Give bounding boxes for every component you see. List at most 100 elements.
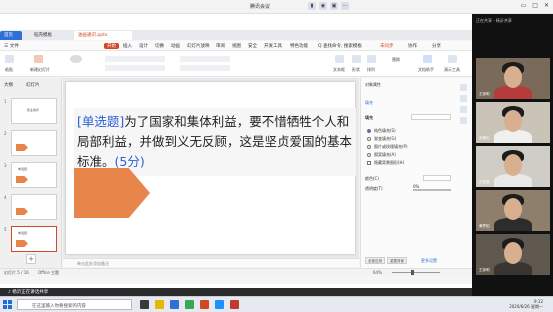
arrange-icon[interactable] bbox=[367, 55, 376, 63]
participant-name: 王钟明 bbox=[479, 92, 490, 96]
participant-tile[interactable]: 刘佳慧 bbox=[476, 146, 550, 187]
zoom-slider[interactable] bbox=[392, 272, 440, 273]
participant-video bbox=[504, 198, 522, 220]
fill-section-title[interactable]: 填充 bbox=[365, 115, 373, 121]
reset-background-button[interactable]: 重置背景 bbox=[387, 257, 407, 264]
edge-icon[interactable] bbox=[170, 300, 179, 309]
notes-area[interactable]: 单击此处添加备注 bbox=[63, 258, 359, 267]
paragraph-tools[interactable] bbox=[180, 56, 230, 62]
picture-fill-radio[interactable] bbox=[367, 145, 371, 149]
doc-assistant-icon[interactable] bbox=[423, 55, 432, 63]
menu-features[interactable]: 特色功能 bbox=[290, 43, 308, 49]
font-format-tools[interactable] bbox=[105, 65, 165, 71]
participants-header: 正在共享 · 杨沂共享 bbox=[476, 18, 512, 23]
tencent-meeting-icon[interactable] bbox=[215, 300, 224, 309]
hide-bg-checkbox[interactable] bbox=[367, 161, 371, 165]
paste-label: 粘贴 bbox=[5, 67, 13, 72]
wps-icon[interactable] bbox=[200, 300, 209, 309]
slide-thumb-5[interactable]: 5 单选题 bbox=[4, 226, 57, 252]
reset-icon[interactable] bbox=[70, 55, 82, 63]
participant-video bbox=[504, 154, 522, 176]
transparency-slider[interactable] bbox=[413, 189, 451, 191]
help-icon[interactable] bbox=[460, 117, 467, 124]
menu-devtools[interactable]: 开发工具 bbox=[264, 43, 282, 49]
gradient-fill-label: 渐变填充(G) bbox=[374, 136, 397, 141]
collab-button[interactable]: 协作 bbox=[408, 43, 417, 49]
slide-thumb-4[interactable]: 4 bbox=[4, 194, 57, 220]
add-slide-button[interactable]: + bbox=[26, 254, 36, 264]
solid-fill-radio[interactable] bbox=[367, 129, 371, 133]
menu-design[interactable]: 设计 bbox=[139, 43, 148, 49]
menu-security[interactable]: 安全 bbox=[248, 43, 257, 49]
window-buttons: ▭ □ ✕ bbox=[521, 2, 549, 9]
taskbar-clock[interactable]: 9:12 2020/6/26 星期一 bbox=[509, 299, 543, 309]
new-slide-icon[interactable] bbox=[34, 55, 43, 63]
apply-all-button[interactable]: 全部应用 bbox=[365, 257, 385, 264]
menu-animation[interactable]: 动画 bbox=[171, 43, 180, 49]
share-button[interactable]: 分享 bbox=[432, 43, 441, 49]
animation-icon[interactable] bbox=[460, 106, 467, 113]
question-box bbox=[74, 108, 356, 176]
properties-icon[interactable] bbox=[460, 84, 467, 91]
tab-document[interactable]: 油画通识.pptx bbox=[74, 31, 132, 40]
signal-icon[interactable]: ▮ bbox=[308, 2, 316, 10]
arrange-label: 排列 bbox=[367, 67, 375, 72]
taskbar-search[interactable]: 在这里输入你要搜索的内容 bbox=[17, 299, 132, 310]
maximize-button[interactable]: □ bbox=[532, 2, 538, 9]
start-button[interactable] bbox=[3, 300, 12, 309]
tab-fill[interactable]: 填充 bbox=[365, 100, 373, 106]
app-icon[interactable] bbox=[230, 300, 239, 309]
textbox-icon[interactable] bbox=[335, 55, 344, 63]
style-icon[interactable] bbox=[460, 95, 467, 102]
replace-label[interactable]: 替换 bbox=[392, 57, 400, 63]
close-button[interactable]: ✕ bbox=[544, 2, 549, 9]
color-picker[interactable] bbox=[423, 175, 451, 181]
menu-view[interactable]: 视图 bbox=[232, 43, 241, 49]
new-slide-label: 新建幻灯片 bbox=[30, 67, 50, 72]
align-tools[interactable] bbox=[180, 65, 230, 71]
participant-tile[interactable]: 王钟明 bbox=[476, 234, 550, 275]
outline-tab[interactable]: 大纲 bbox=[4, 82, 13, 88]
command-search[interactable]: Q 查找命令, 搜索模板 bbox=[318, 43, 362, 49]
menu-slideshow[interactable]: 幻灯片放映 bbox=[187, 43, 210, 49]
slide-thumb-2[interactable]: 2 bbox=[4, 130, 57, 156]
slide-canvas[interactable] bbox=[66, 82, 356, 254]
paste-icon[interactable] bbox=[5, 55, 14, 63]
gradient-fill-radio[interactable] bbox=[367, 137, 371, 141]
window-titlebar: 腾讯会议 ▮ ◉ ▣ ⋯ ▭ □ ✕ bbox=[0, 0, 553, 14]
participant-tile[interactable]: 王钟明 bbox=[476, 58, 550, 99]
more-icon[interactable]: ⋯ bbox=[341, 2, 349, 10]
participant-tile[interactable]: 汤博文 bbox=[476, 102, 550, 143]
participant-tile[interactable]: 黄梦如 bbox=[476, 190, 550, 231]
screen: 腾讯会议 ▮ ◉ ▣ ⋯ ▭ □ ✕ 首页 稻壳模板 油画通识.pptx 三 文… bbox=[0, 0, 553, 312]
menu-home[interactable]: 开始 bbox=[104, 43, 119, 49]
tools-icon[interactable] bbox=[448, 55, 457, 63]
file-menu[interactable]: 三 文件 bbox=[4, 43, 19, 49]
window-title: 腾讯会议 bbox=[250, 4, 271, 10]
slides-tab[interactable]: 幻灯片 bbox=[26, 82, 40, 88]
participant-video bbox=[504, 242, 522, 264]
task-view-icon[interactable] bbox=[140, 300, 149, 309]
slide-thumb-1[interactable]: 1 职业素养 bbox=[4, 98, 57, 124]
tab-template[interactable]: 稻壳模板 bbox=[30, 31, 70, 40]
thumb-arrow-shape bbox=[16, 144, 28, 151]
tab-home[interactable]: 首页 bbox=[0, 31, 22, 40]
sync-status[interactable]: 未同步 bbox=[380, 43, 394, 49]
menu-insert[interactable]: 插入 bbox=[123, 43, 132, 49]
more-settings-link[interactable]: 更多设置 bbox=[421, 258, 437, 264]
camera-icon[interactable]: ▣ bbox=[330, 2, 338, 10]
mic-icon[interactable]: ◉ bbox=[319, 2, 327, 10]
font-selector[interactable] bbox=[105, 56, 165, 62]
menu-transition[interactable]: 切换 bbox=[155, 43, 164, 49]
zoom-slider-knob[interactable] bbox=[411, 270, 414, 275]
slide-thumb-3[interactable]: 3 单选题 bbox=[4, 162, 57, 188]
participant-name: 王钟明 bbox=[479, 268, 490, 272]
minimize-button[interactable]: ▭ bbox=[521, 2, 527, 9]
menu-review[interactable]: 审阅 bbox=[216, 43, 225, 49]
shape-icon[interactable] bbox=[352, 55, 361, 63]
file-explorer-icon[interactable] bbox=[155, 300, 164, 309]
fill-dropdown[interactable] bbox=[411, 114, 451, 120]
pattern-fill-radio[interactable] bbox=[367, 153, 371, 157]
tab-bar: 首页 稻壳模板 油画通识.pptx bbox=[0, 30, 472, 40]
wechat-icon[interactable] bbox=[185, 300, 194, 309]
